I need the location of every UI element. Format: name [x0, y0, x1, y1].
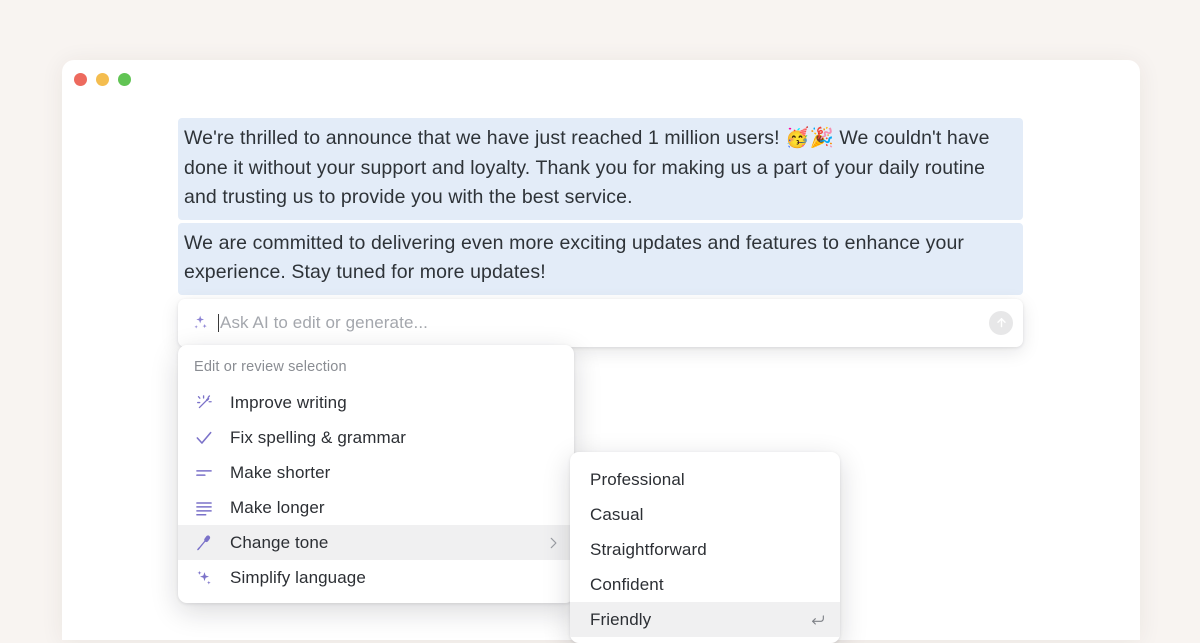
microphone-icon [194, 533, 214, 553]
menu-item-change-tone[interactable]: Change tone [178, 525, 574, 560]
chevron-right-icon [546, 536, 560, 550]
tone-item-label: Professional [590, 470, 826, 490]
sparkle-icon [190, 313, 210, 333]
tone-item-label: Friendly [590, 610, 810, 630]
document-body: We're thrilled to announce that we have … [178, 118, 1023, 382]
tone-item-casual[interactable]: Casual [570, 497, 840, 532]
zoom-button[interactable] [118, 73, 131, 86]
menu-item-label: Make shorter [230, 463, 560, 483]
window-titlebar [62, 60, 1140, 104]
sparkle-icon [194, 568, 214, 588]
magic-wand-icon [194, 393, 214, 413]
tone-item-label: Straightforward [590, 540, 826, 560]
menu-item-label: Simplify language [230, 568, 560, 588]
traffic-lights [74, 73, 131, 86]
ai-menu-header: Edit or review selection [178, 353, 574, 385]
lines-short-icon [194, 463, 214, 483]
ai-prompt-bar[interactable]: Ask AI to edit or generate... [178, 299, 1023, 347]
menu-item-label: Make longer [230, 498, 560, 518]
tone-item-straightforward[interactable]: Straightforward [570, 532, 840, 567]
ai-prompt-input[interactable]: Ask AI to edit or generate... [219, 313, 989, 333]
tone-item-confident[interactable]: Confident [570, 567, 840, 602]
menu-item-make-longer[interactable]: Make longer [178, 490, 574, 525]
ai-actions-menu: Edit or review selection Improve writing… [178, 345, 574, 603]
enter-key-icon [810, 612, 826, 628]
menu-item-fix-spelling-grammar[interactable]: Fix spelling & grammar [178, 420, 574, 455]
tone-item-professional[interactable]: Professional [570, 462, 840, 497]
document-paragraph-2[interactable]: We are committed to delivering even more… [178, 223, 1023, 295]
menu-item-label: Fix spelling & grammar [230, 428, 560, 448]
tone-item-label: Casual [590, 505, 826, 525]
close-button[interactable] [74, 73, 87, 86]
arrow-up-icon [995, 316, 1008, 329]
tone-item-friendly[interactable]: Friendly [570, 602, 840, 637]
minimize-button[interactable] [96, 73, 109, 86]
change-tone-submenu: Professional Casual Straightforward Conf… [570, 452, 840, 643]
menu-item-make-shorter[interactable]: Make shorter [178, 455, 574, 490]
lines-long-icon [194, 498, 214, 518]
checkmark-icon [194, 428, 214, 448]
ai-send-button[interactable] [989, 311, 1013, 335]
menu-item-label: Change tone [230, 533, 546, 553]
tone-item-label: Confident [590, 575, 826, 595]
document-paragraph-1[interactable]: We're thrilled to announce that we have … [178, 118, 1023, 220]
menu-item-improve-writing[interactable]: Improve writing [178, 385, 574, 420]
menu-item-simplify-language[interactable]: Simplify language [178, 560, 574, 595]
menu-item-label: Improve writing [230, 393, 560, 413]
